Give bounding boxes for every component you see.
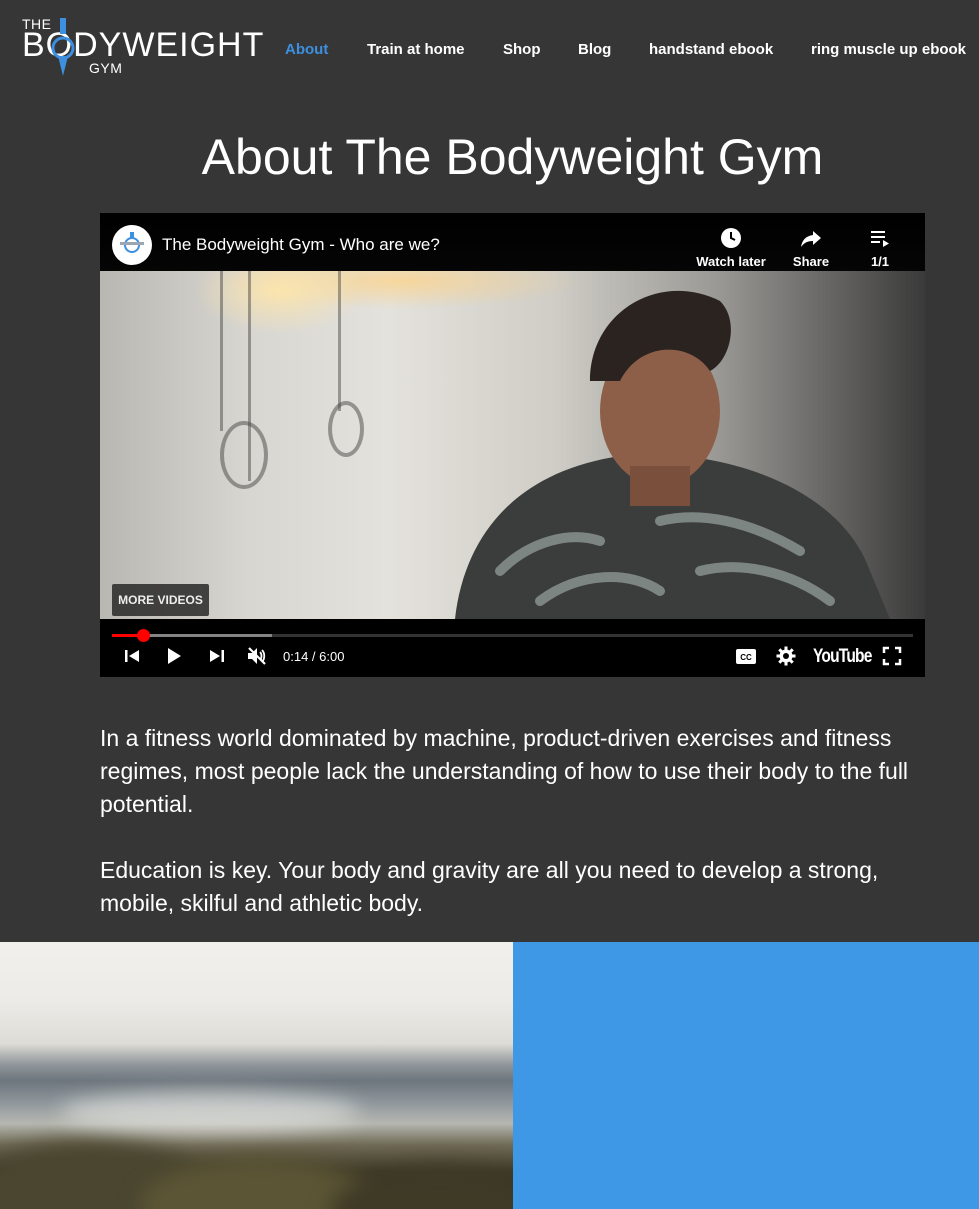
svg-text:CC: CC [740, 653, 752, 662]
captions-button[interactable]: CC [735, 645, 757, 667]
video-title[interactable]: The Bodyweight Gym - Who are we? [162, 235, 440, 255]
next-button[interactable] [207, 645, 227, 667]
share-arrow-icon [801, 231, 821, 247]
clock-icon [721, 228, 741, 248]
site-header: THE BODYWEIGHT GYM About Train at home S… [0, 0, 979, 100]
gear-icon [776, 646, 796, 666]
video-frame[interactable] [100, 271, 925, 619]
nav-ring-muscle-up-ebook[interactable]: ring muscle up ebook [811, 41, 966, 58]
nav-about[interactable]: About [285, 41, 328, 58]
video-controls: 0:14 / 6:00 CC YouTube [100, 619, 925, 677]
logo-gym: GYM [89, 60, 123, 76]
watch-later-label: Watch later [696, 254, 766, 269]
bodyweight-gym-logo-icon [120, 232, 144, 253]
video-top-bar: The Bodyweight Gym - Who are we? Watch l… [100, 213, 925, 271]
intro-paragraph-1: In a fitness world dominated by machine,… [100, 725, 909, 817]
play-icon [168, 648, 181, 664]
share-label: Share [792, 254, 830, 269]
intro-text: In a fitness world dominated by machine,… [100, 722, 920, 953]
fullscreen-icon [882, 646, 902, 666]
fullscreen-button[interactable] [881, 645, 903, 667]
time-display: 0:14 / 6:00 [283, 649, 345, 664]
outdoor-photo [0, 942, 513, 1209]
progress-bar[interactable] [112, 629, 913, 642]
intro-paragraph-2: Education is key. Your body and gravity … [100, 857, 879, 916]
video-player[interactable]: The Bodyweight Gym - Who are we? Watch l… [100, 213, 925, 677]
previous-button[interactable] [122, 645, 142, 667]
youtube-logo[interactable]: YouTube [813, 646, 872, 668]
nav-blog[interactable]: Blog [578, 41, 611, 58]
shrub-shape [330, 1167, 513, 1209]
settings-button[interactable] [775, 645, 797, 667]
skip-next-icon [210, 650, 224, 662]
share-button[interactable]: Share [786, 225, 836, 269]
interviewee-image [455, 290, 890, 619]
more-videos-button[interactable]: MORE VIDEOS [112, 584, 209, 616]
closed-captions-icon: CC [736, 648, 756, 664]
skip-previous-icon [125, 650, 139, 662]
wave-shape [60, 1092, 360, 1132]
blue-panel [513, 942, 979, 1209]
channel-avatar[interactable] [112, 225, 152, 265]
nav-handstand-ebook[interactable]: handstand ebook [649, 41, 773, 58]
watch-later-button[interactable]: Watch later [696, 225, 766, 269]
playlist-count: 1/1 [870, 254, 890, 269]
progress-scrubber[interactable] [137, 629, 151, 642]
volume-muted-icon [248, 647, 266, 665]
site-logo[interactable]: THE BODYWEIGHT GYM [22, 16, 263, 78]
nav-shop[interactable]: Shop [503, 41, 541, 58]
play-button[interactable] [164, 645, 184, 667]
mute-button[interactable] [244, 645, 270, 667]
nav-train-at-home[interactable]: Train at home [367, 41, 465, 58]
playlist-button[interactable]: 1/1 [860, 225, 900, 269]
ring-figure-icon [51, 18, 75, 76]
page-title: About The Bodyweight Gym [201, 129, 824, 185]
playlist-icon [871, 231, 889, 247]
